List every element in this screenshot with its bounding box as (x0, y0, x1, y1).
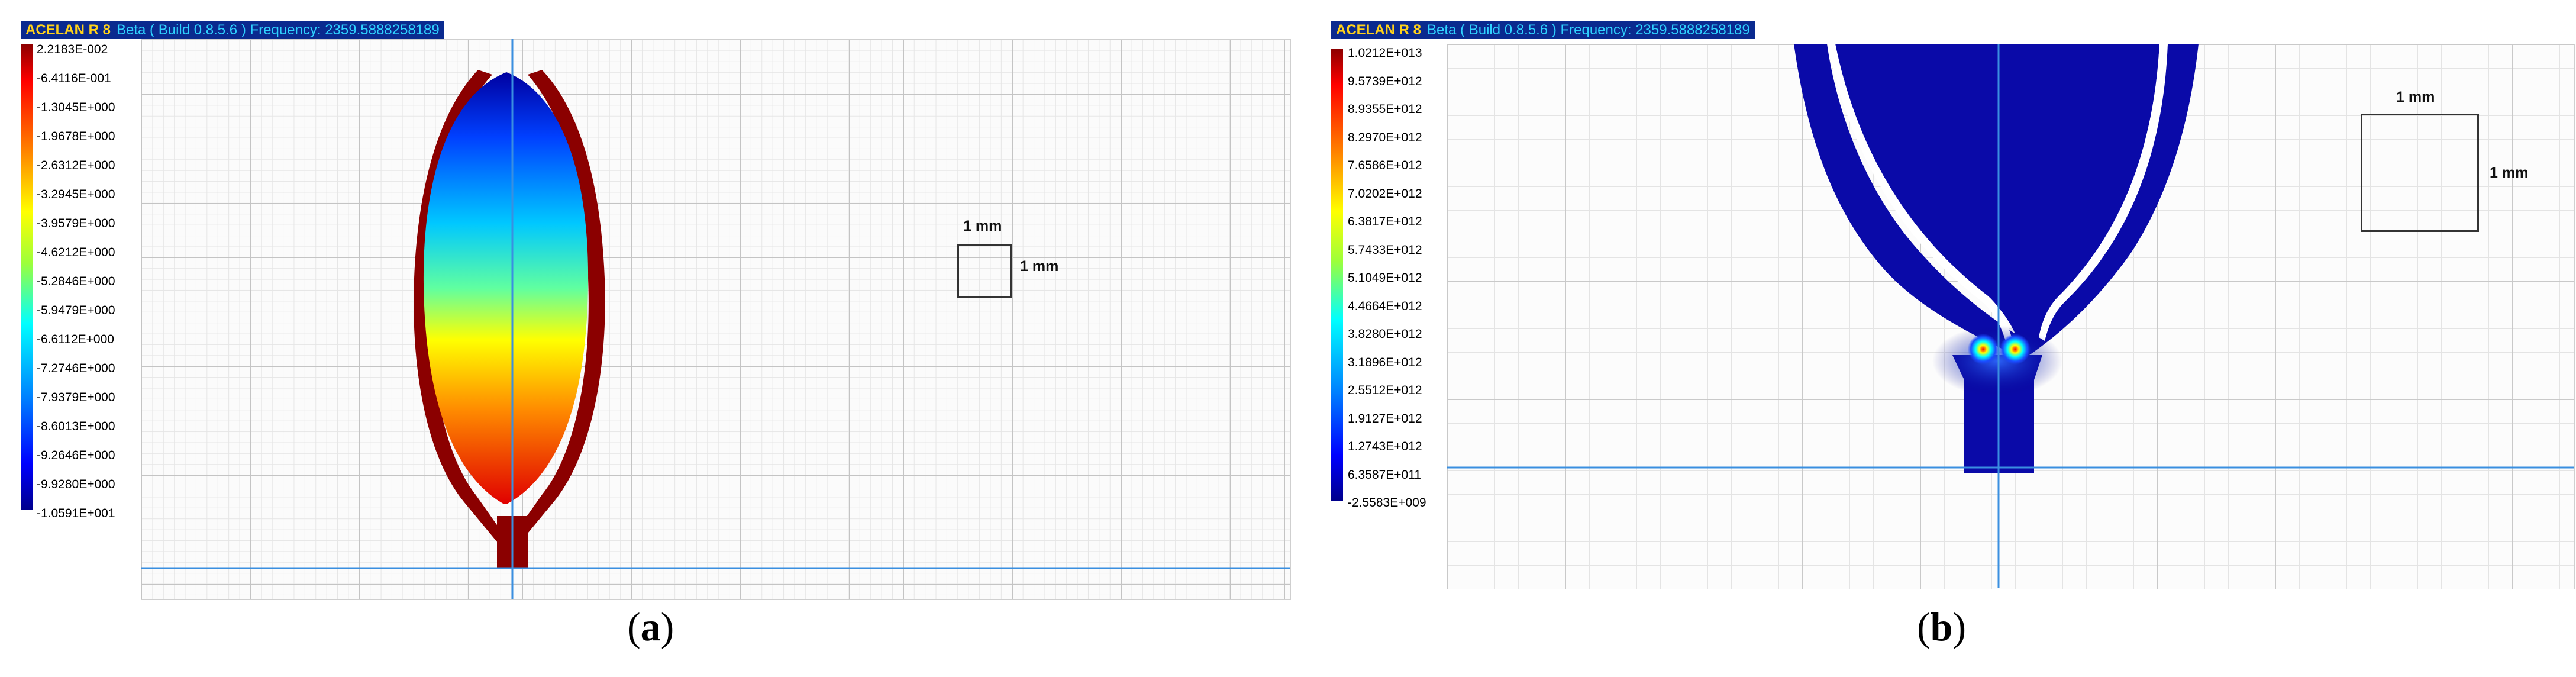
caption-close-b: ) (1952, 604, 1967, 649)
caption-b: (b) (1917, 604, 1966, 650)
scale-label-vertical-b: 1 mm (2490, 165, 2529, 181)
panel-b: ACELAN R 8 Beta ( Build 0.8.5.6 ) Freque… (1325, 0, 2576, 677)
inner-bulb-b (1835, 44, 2159, 348)
caption-letter-b: b (1930, 604, 1953, 649)
field-glow-b (1932, 325, 2062, 396)
scale-label-horizontal-b: 1 mm (2396, 89, 2435, 105)
scale-box-b (2361, 114, 2479, 232)
caption-a: (a) (627, 604, 674, 650)
scale-label-horizontal-a: 1 mm (963, 218, 1002, 234)
stress-hotspot-left-b (1968, 334, 1999, 365)
stress-hotspot-right-b (2000, 334, 2031, 365)
model-view-a (141, 39, 1290, 599)
model-view-b (1447, 44, 2574, 588)
caption-close-a: ) (660, 604, 674, 649)
scale-box-a (957, 244, 1012, 298)
caption-open-b: ( (1917, 604, 1931, 649)
panel-a: ACELAN R 8 Beta ( Build 0.8.5.6 ) Freque… (0, 0, 1302, 677)
caption-letter-a: a (640, 604, 661, 649)
caption-open-a: ( (627, 604, 641, 649)
scale-label-vertical-a: 1 mm (1020, 258, 1059, 275)
